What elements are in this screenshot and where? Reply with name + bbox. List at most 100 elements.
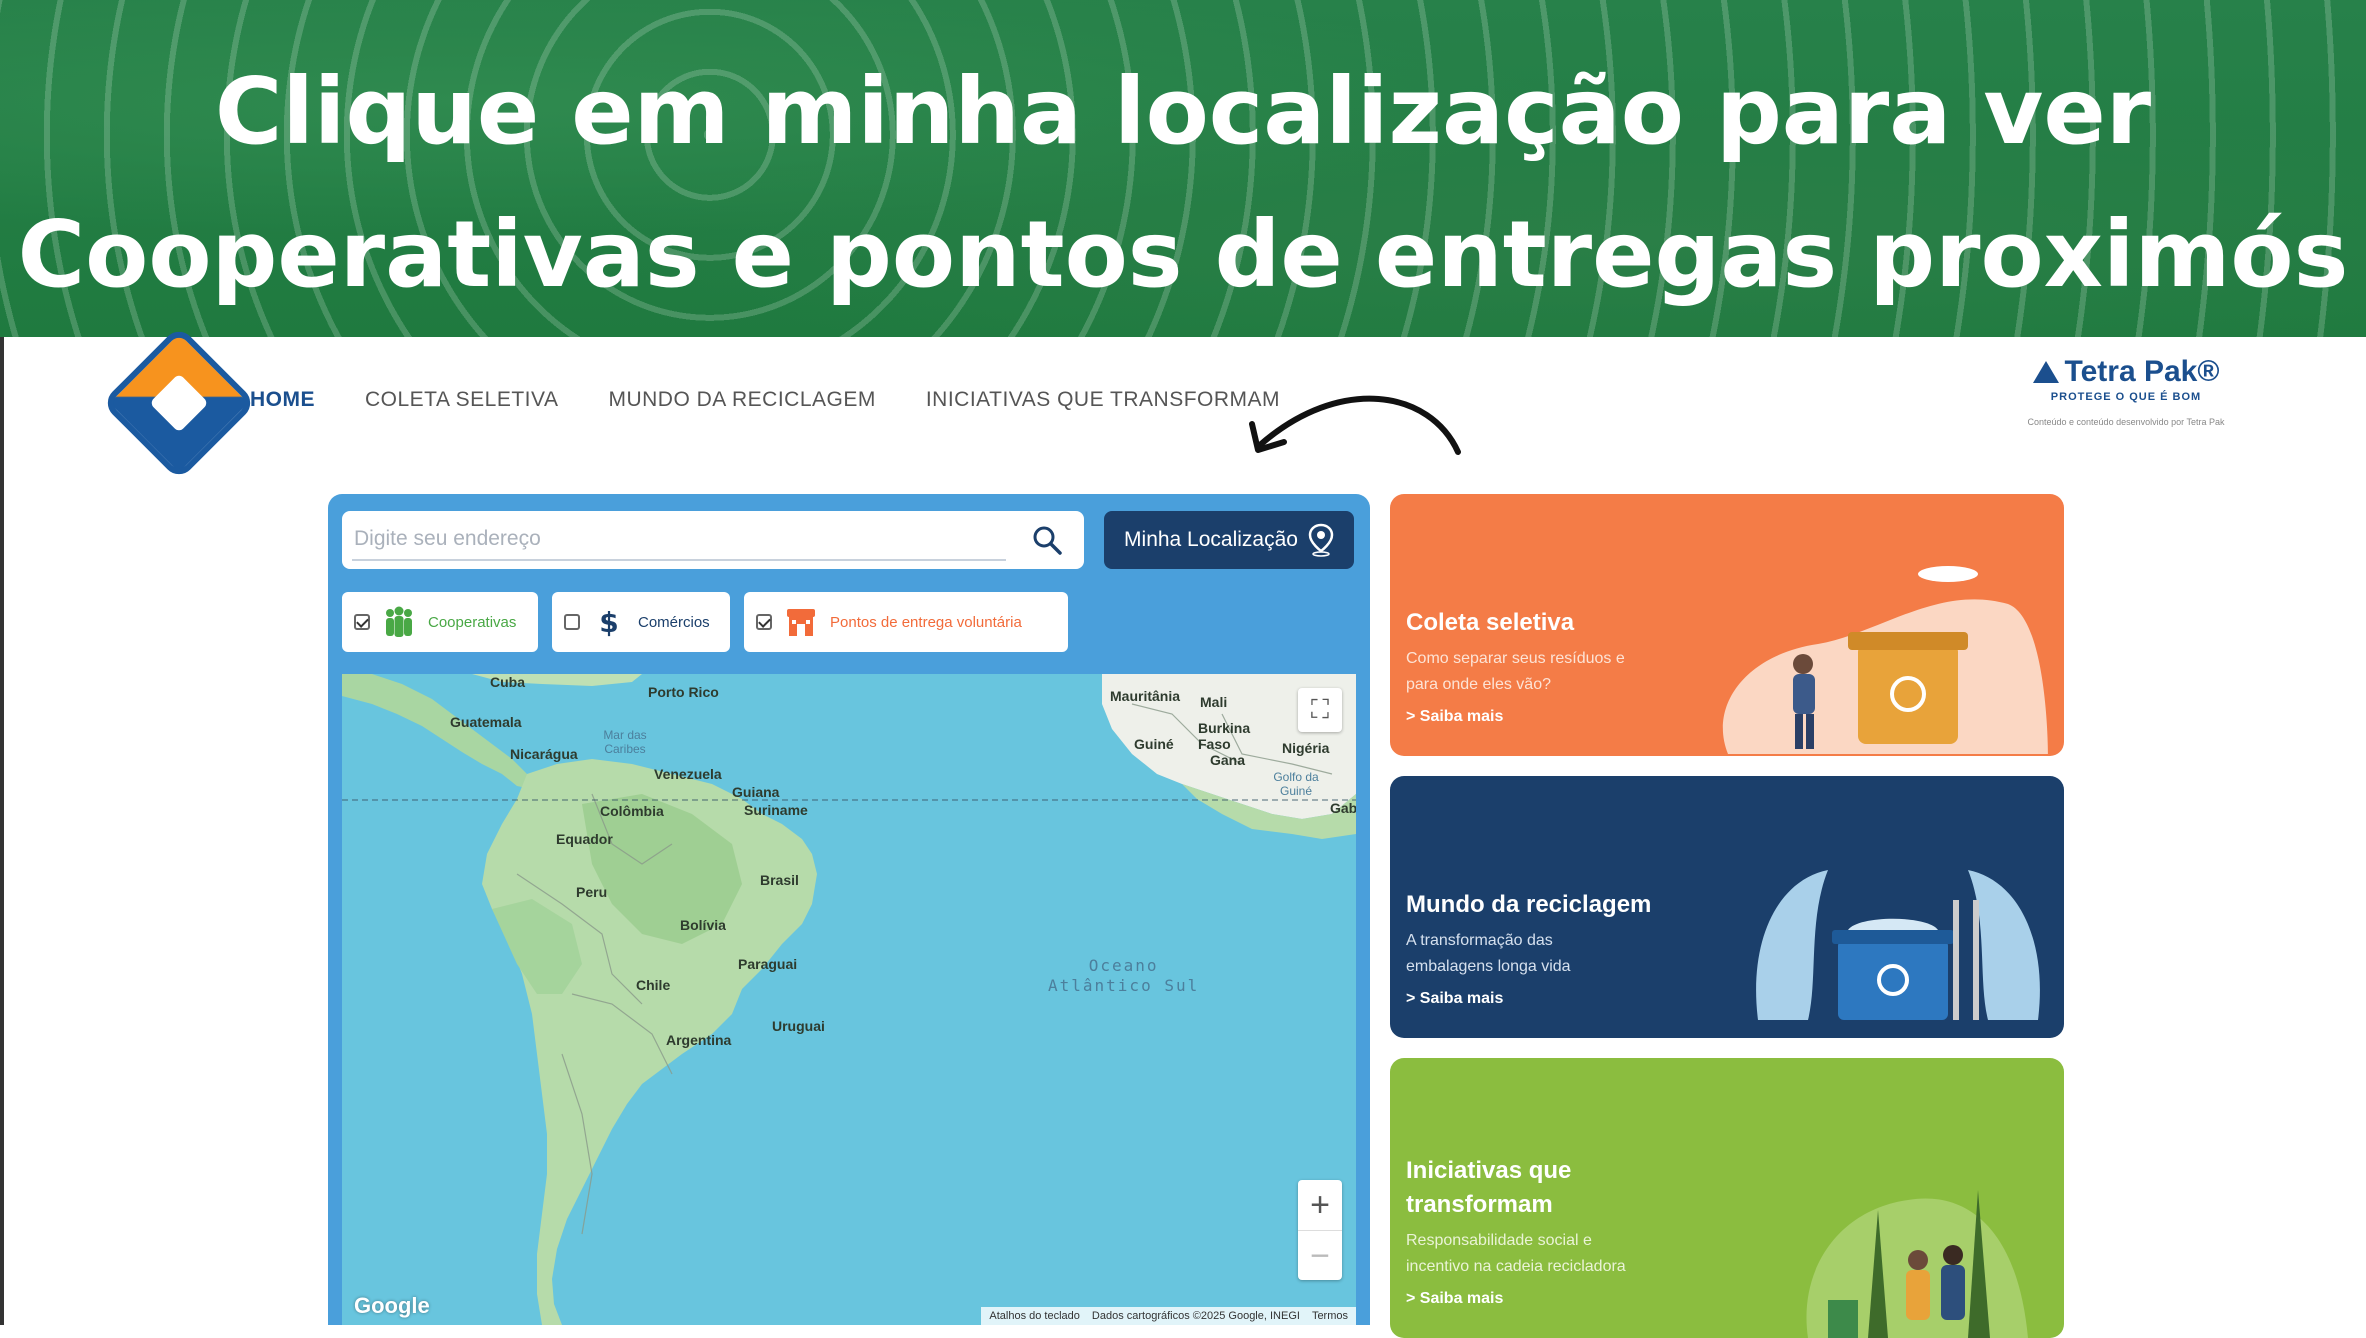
map-label-paraguai: Paraguai	[738, 956, 798, 972]
instruction-banner: Clique em minha localização para ver Coo…	[0, 0, 2366, 337]
filter-cooperativas-checkbox[interactable]	[354, 614, 370, 630]
card-title-line-1: Iniciativas que	[1406, 1157, 1572, 1184]
recycling-bin-illustration	[1722, 566, 2048, 754]
logo-recycle-bin-icon	[149, 373, 209, 433]
nav-item-coleta-seletiva[interactable]: COLETA SELETIVA	[365, 388, 558, 412]
card-iniciativas[interactable]: Iniciativas que transformam Responsabili…	[1390, 1058, 2064, 1338]
card-mundo-da-reciclagem[interactable]: Mundo da reciclagem A transformação das …	[1390, 776, 2064, 1038]
map-label-mauritania: Mauritânia	[1110, 688, 1181, 704]
card-description-line-2: embalagens longa vida	[1406, 958, 1571, 975]
map-view[interactable]: Cuba Porto Rico Guatemala Nicarágua Mar …	[342, 674, 1356, 1325]
filter-comercios-label: Comércios	[638, 613, 710, 631]
map-geography	[342, 674, 1356, 1325]
banner-headline-line-2: Cooperativas e pontos de entregas proxim…	[17, 201, 2349, 308]
nav-item-home[interactable]: HOME	[250, 388, 315, 412]
zoom-out-button[interactable]: −	[1298, 1230, 1342, 1281]
map-label-peru: Peru	[576, 884, 608, 900]
card-description: Como separar seus resíduos e para onde e…	[1406, 646, 1625, 698]
map-label-mali: Mali	[1200, 694, 1228, 710]
map-label-golfo-guine: Golfo da Guiné	[1273, 770, 1319, 798]
map-label-guiana: Guiana	[732, 784, 780, 800]
my-location-label: Minha Localização	[1124, 528, 1298, 551]
fullscreen-button[interactable]: ⛶	[1298, 688, 1342, 732]
map-label-venezuela: Venezuela	[654, 766, 722, 782]
card-description-line-1: Responsabilidade social e	[1406, 1232, 1592, 1249]
address-search-box	[342, 511, 1084, 569]
filter-cooperativas[interactable]: Cooperativas	[342, 592, 538, 652]
map-label-oceano: Oceano Atlântico Sul	[1048, 956, 1199, 996]
card-title: Iniciativas que transformam	[1406, 1154, 1571, 1222]
map-label-chile: Chile	[636, 977, 671, 993]
card-saiba-mais-link[interactable]: > Saiba mais	[1406, 990, 1503, 1008]
map-label-uruguai: Uruguai	[772, 1018, 825, 1034]
zoom-in-button[interactable]: +	[1298, 1180, 1342, 1230]
card-description-line-2: incentivo na cadeia recicladora	[1406, 1258, 1626, 1275]
banner-headline: Clique em minha localização para ver Coo…	[0, 40, 2366, 326]
map-label-cuba: Cuba	[490, 674, 525, 690]
dollar-icon: $	[599, 605, 619, 639]
card-description-line-2: para onde eles vão?	[1406, 676, 1551, 693]
map-label-guine: Guiné	[1134, 736, 1174, 752]
curved-arrow-icon	[1249, 395, 1461, 455]
map-label-brasil: Brasil	[760, 872, 799, 888]
map-filters: Cooperativas $ Comércios Pontos de entre…	[342, 592, 1068, 652]
card-saiba-mais-link[interactable]: > Saiba mais	[1406, 1290, 1503, 1308]
map-label-oceano-line-2: Atlântico Sul	[1048, 976, 1200, 995]
zoom-control: + −	[1298, 1180, 1342, 1280]
card-saiba-mais-link[interactable]: > Saiba mais	[1406, 708, 1503, 726]
map-label-nicaragua: Nicarágua	[510, 746, 578, 762]
nav-item-mundo-da-reciclagem[interactable]: MUNDO DA RECICLAGEM	[608, 388, 875, 412]
partner-logo[interactable]: Tetra Pak® PROTEGE O QUE É BOM Conteúdo …	[1996, 355, 2256, 427]
map-label-oceano-line-1: Oceano	[1088, 956, 1159, 975]
map-panel: Minha Localização Cooperativas $ Comérci…	[328, 494, 1370, 1325]
map-label-mar-caribe: Mar das Caribes	[603, 728, 647, 756]
address-search-input[interactable]	[352, 519, 1006, 561]
map-label-porto-rico: Porto Rico	[648, 684, 719, 700]
partner-brand: Tetra Pak®	[1996, 355, 2256, 389]
card-title: Coleta seletiva	[1406, 609, 1575, 636]
filter-pontos-entrega-checkbox[interactable]	[756, 614, 772, 630]
terms-link[interactable]: Termos	[1312, 1310, 1348, 1322]
people-icon	[382, 605, 416, 639]
filter-comercios-checkbox[interactable]	[564, 614, 580, 630]
tetra-pak-triangle-icon	[2032, 361, 2059, 383]
store-icon	[784, 605, 818, 639]
map-label-gabao: Gab	[1330, 800, 1356, 816]
map-data-credit: Dados cartográficos ©2025 Google, INEGI	[1091, 1310, 1300, 1322]
filter-pontos-entrega-label: Pontos de entrega voluntária	[830, 613, 1022, 631]
map-label-guatemala: Guatemala	[450, 714, 522, 730]
main-navigation: HOME COLETA SELETIVA MUNDO DA RECICLAGEM…	[250, 388, 1280, 412]
partner-slogan: PROTEGE O QUE É BOM	[2050, 391, 2202, 403]
nav-item-iniciativas[interactable]: INICIATIVAS QUE TRANSFORMAM	[926, 388, 1280, 412]
google-logo: Google	[354, 1293, 430, 1318]
card-description-line-1: Como separar seus resíduos e	[1406, 650, 1625, 667]
card-description: A transformação das embalagens longa vid…	[1406, 928, 1571, 980]
map-label-colombia: Colômbia	[600, 803, 664, 819]
fullscreen-icon: ⛶	[1310, 694, 1330, 725]
banner-headline-line-1: Clique em minha localização para ver	[214, 58, 2152, 165]
card-title-line-2: transformam	[1406, 1191, 1553, 1218]
partner-fine-print: Conteúdo e conteúdo desenvolvido por Tet…	[2027, 417, 2225, 427]
my-location-button[interactable]: Minha Localização	[1104, 511, 1354, 569]
location-pin-icon	[1308, 523, 1334, 557]
recycling-container-illustration	[1756, 870, 2040, 1020]
partner-brand-name: Tetra Pak®	[2064, 355, 2220, 388]
card-description: Responsabilidade social e incentivo na c…	[1406, 1228, 1626, 1280]
map-label-burkina-faso: Burkina Faso	[1198, 720, 1251, 752]
keyboard-shortcuts-link[interactable]: Atalhos do teclado	[989, 1310, 1080, 1322]
map-label-gana: Gana	[1210, 752, 1246, 768]
map-label-nigeria: Nigéria	[1282, 740, 1330, 756]
map-attribution: Atalhos do teclado Dados cartográficos ©…	[981, 1307, 1356, 1325]
filter-pontos-entrega[interactable]: Pontos de entrega voluntária	[744, 592, 1068, 652]
map-label-suriname: Suriname	[744, 802, 808, 818]
card-description-line-1: A transformação das	[1406, 932, 1553, 949]
filter-cooperativas-label: Cooperativas	[428, 613, 517, 631]
card-title: Mundo da reciclagem	[1406, 891, 1652, 918]
map-label-equador: Equador	[556, 831, 613, 847]
filter-comercios[interactable]: $ Comércios	[552, 592, 730, 652]
map-label-bolivia: Bolívia	[680, 917, 726, 933]
map-label-argentina: Argentina	[666, 1032, 732, 1048]
card-coleta-seletiva[interactable]: Coleta seletiva Como separar seus resídu…	[1390, 494, 2064, 756]
people-community-illustration	[1806, 1190, 2028, 1338]
search-icon[interactable]	[1032, 525, 1062, 555]
